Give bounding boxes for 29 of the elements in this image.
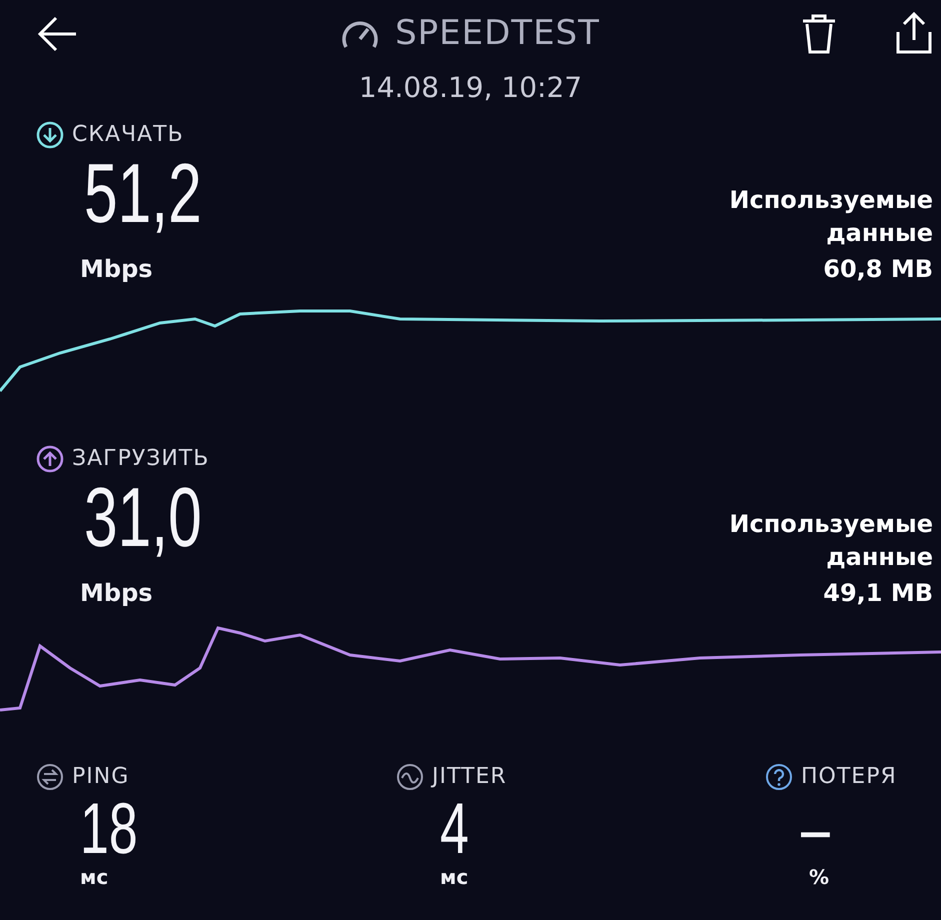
metric-value: – xyxy=(801,793,830,865)
share-button[interactable] xyxy=(895,12,933,54)
download-icon xyxy=(36,120,64,148)
metric-unit: мс xyxy=(439,865,470,889)
data-used-value: 60,8 MB xyxy=(823,254,933,285)
speed-unit: Mbps xyxy=(79,578,154,609)
test-date: 14.08.19, 10:27 xyxy=(358,70,582,106)
ping-icon xyxy=(36,762,64,790)
wave-icon xyxy=(396,762,424,790)
metric-value: 18 xyxy=(80,793,138,865)
speed-unit: Mbps xyxy=(79,254,154,285)
metric-value: 4 xyxy=(440,793,469,865)
delete-button[interactable] xyxy=(801,14,837,54)
data-used-label: Используемые данные xyxy=(728,184,933,250)
test-label: СКАЧАТЬ xyxy=(72,121,184,149)
speed-value: 51,2 xyxy=(84,151,202,235)
metric-label: ПОТЕРЯ xyxy=(801,763,897,791)
upload-icon xyxy=(36,444,64,472)
metric-label: JITTER xyxy=(432,763,507,791)
metric-label: PING xyxy=(72,763,130,791)
speed-value: 31,0 xyxy=(84,475,202,559)
back-button[interactable] xyxy=(38,16,78,52)
test-label: ЗАГРУЗИТЬ xyxy=(72,445,210,473)
metric-unit: % xyxy=(808,865,830,889)
app-title: SPEEDTEST xyxy=(395,12,600,55)
metric-unit: мс xyxy=(79,865,110,889)
help-icon xyxy=(765,762,793,790)
data-used-label: Используемые данные xyxy=(728,508,933,574)
data-used-value: 49,1 MB xyxy=(823,578,933,609)
